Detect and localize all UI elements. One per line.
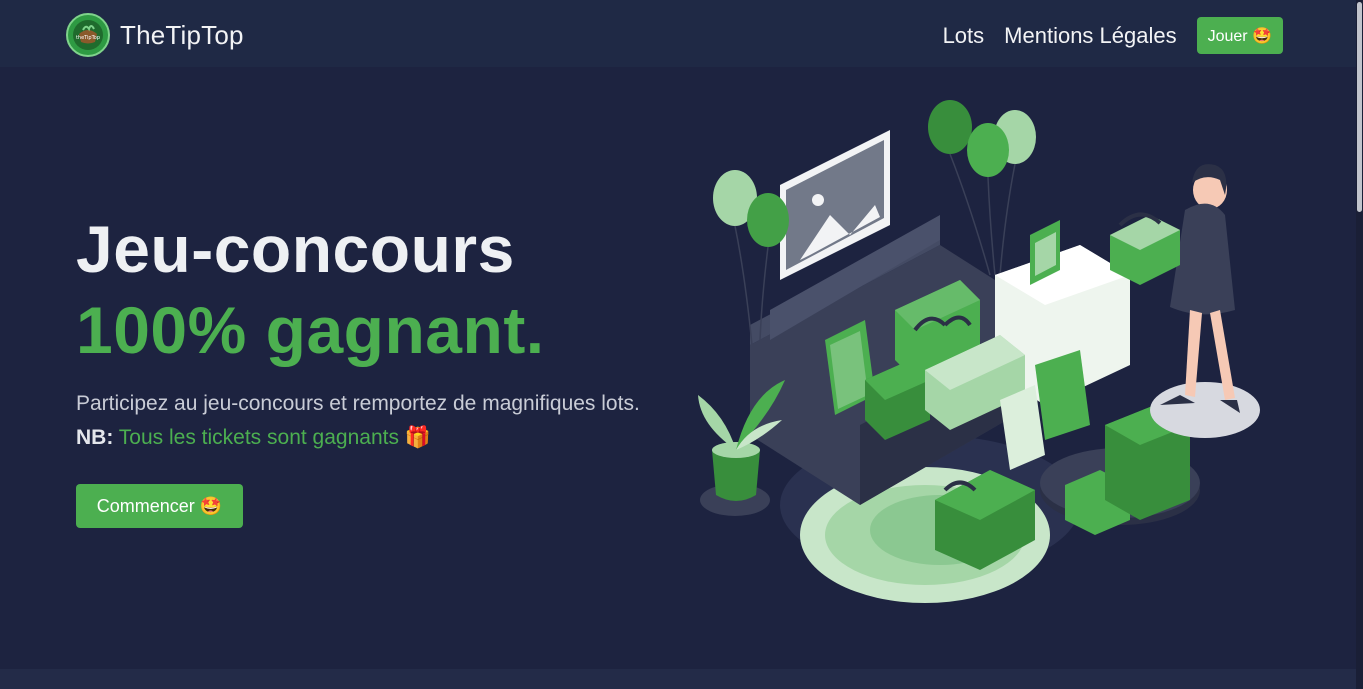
- navbar: theTipTop TheTipTop Lots Mentions Légale…: [0, 0, 1356, 67]
- next-section-edge: [0, 669, 1356, 689]
- scrollbar[interactable]: [1356, 0, 1363, 689]
- scrollbar-thumb[interactable]: [1357, 2, 1362, 212]
- brand-logo-icon: theTipTop: [66, 13, 110, 57]
- nb-label: NB:: [76, 426, 114, 449]
- nav-link-mentions-legales[interactable]: Mentions Légales: [1004, 23, 1176, 49]
- start-button[interactable]: Commencer 🤩: [76, 484, 243, 528]
- hero-title-line1: Jeu-concours: [76, 212, 515, 286]
- gift-emoji: 🎁: [404, 426, 431, 449]
- gifts-illustration: [690, 95, 1270, 620]
- brand-link[interactable]: theTipTop TheTipTop: [66, 13, 244, 57]
- brand-name: TheTipTop: [120, 19, 244, 50]
- logo-text: theTipTop: [76, 35, 100, 41]
- play-button[interactable]: Jouer 🤩: [1196, 17, 1283, 54]
- hero-lead-text: Participez au jeu-concours et remportez …: [76, 392, 640, 415]
- hero-title-line2: 100% gagnant.: [76, 293, 545, 367]
- nav-link-lots[interactable]: Lots: [943, 23, 985, 49]
- hero-lead: Participez au jeu-concours et remportez …: [76, 387, 676, 455]
- nav-links: Lots Mentions Légales Jouer 🤩: [943, 17, 1283, 54]
- hero-highlight: Tous les tickets sont gagnants: [118, 426, 399, 449]
